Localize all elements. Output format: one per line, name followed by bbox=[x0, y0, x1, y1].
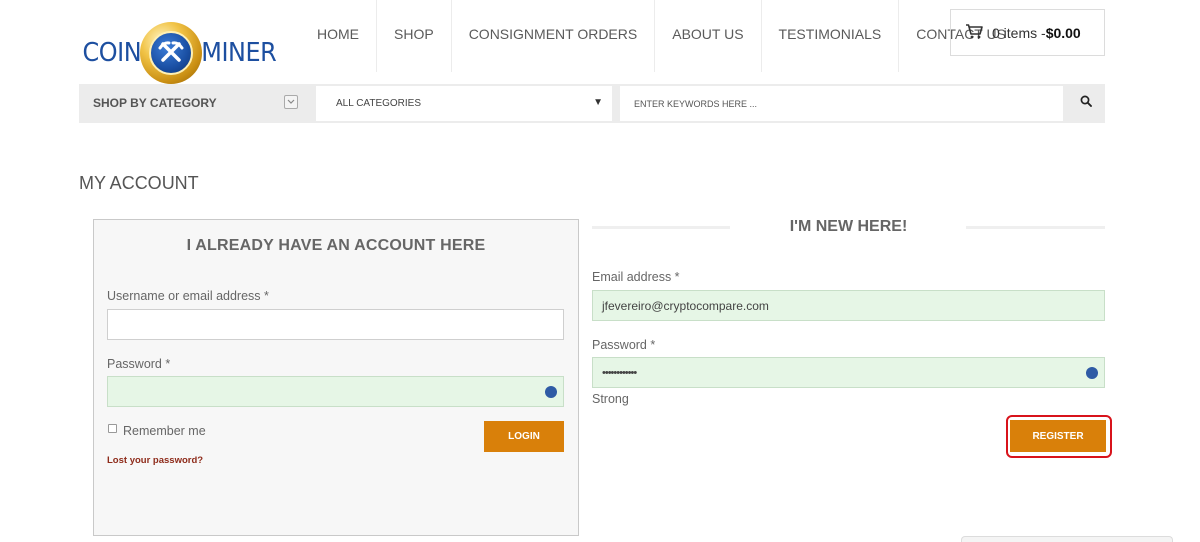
cart-items-count: 0 items - bbox=[992, 24, 1046, 41]
email-field[interactable]: jfevereiro@cryptocompare.com bbox=[592, 290, 1105, 321]
search-icon[interactable] bbox=[1079, 93, 1093, 109]
search-bar: SHOP BY CATEGORY ALL CATEGORIES ▼ ENTER … bbox=[79, 84, 1105, 123]
username-field[interactable] bbox=[107, 309, 564, 340]
login-password-label: Password * bbox=[107, 357, 171, 371]
main-nav: HOME SHOP CONSIGNMENT ORDERS ABOUT US TE… bbox=[300, 0, 1023, 72]
category-toggle-icon[interactable] bbox=[284, 95, 298, 109]
nav-about-us[interactable]: ABOUT US bbox=[655, 0, 762, 72]
email-value: jfevereiro@cryptocompare.com bbox=[602, 298, 769, 313]
password-manager-icon[interactable] bbox=[545, 386, 557, 398]
shop-by-category-label[interactable]: SHOP BY CATEGORY bbox=[93, 96, 217, 110]
logo-text-right: MINER bbox=[201, 38, 277, 68]
category-select[interactable]: ALL CATEGORIES ▼ bbox=[316, 86, 612, 121]
login-password-field[interactable] bbox=[107, 376, 564, 407]
password-strength: Strong bbox=[592, 392, 629, 406]
cart-icon bbox=[965, 23, 983, 42]
remember-me-label[interactable]: Remember me bbox=[123, 424, 206, 438]
nav-home[interactable]: HOME bbox=[300, 0, 377, 72]
nav-consignment-orders[interactable]: CONSIGNMENT ORDERS bbox=[452, 0, 656, 72]
username-label: Username or email address * bbox=[107, 289, 269, 303]
remember-me-checkbox[interactable] bbox=[108, 424, 117, 433]
lost-password-link[interactable]: Lost your password? bbox=[107, 455, 203, 466]
corner-widget-tab[interactable] bbox=[961, 536, 1173, 542]
password-manager-icon[interactable] bbox=[1086, 367, 1098, 379]
cart-button[interactable]: 0 items - $0.00 bbox=[950, 9, 1105, 56]
pickaxe-coin-icon bbox=[139, 22, 202, 84]
register-password-field[interactable]: •••••••••••• bbox=[592, 357, 1105, 388]
nav-shop[interactable]: SHOP bbox=[377, 0, 452, 72]
keyword-placeholder: ENTER KEYWORDS HERE ... bbox=[634, 98, 758, 109]
nav-testimonials[interactable]: TESTIMONIALS bbox=[762, 0, 900, 72]
page-title: MY ACCOUNT bbox=[79, 173, 199, 193]
logo-text-left: COIN bbox=[82, 38, 142, 68]
cart-total: $0.00 bbox=[1045, 24, 1081, 41]
dropdown-arrow-icon: ▼ bbox=[593, 97, 603, 108]
register-password-label: Password * bbox=[592, 338, 656, 352]
site-logo[interactable]: COIN MINER bbox=[80, 22, 285, 84]
register-password-value: •••••••••••• bbox=[602, 366, 637, 379]
login-button[interactable]: LOGIN bbox=[484, 421, 564, 452]
register-heading: I'M NEW HERE! bbox=[789, 218, 908, 235]
category-select-value: ALL CATEGORIES bbox=[336, 98, 422, 109]
email-label: Email address * bbox=[592, 270, 680, 284]
keyword-search-input[interactable]: ENTER KEYWORDS HERE ... bbox=[620, 86, 1063, 121]
login-heading: I ALREADY HAVE AN ACCOUNT HERE bbox=[186, 237, 486, 254]
register-button[interactable]: REGISTER bbox=[1010, 420, 1106, 452]
